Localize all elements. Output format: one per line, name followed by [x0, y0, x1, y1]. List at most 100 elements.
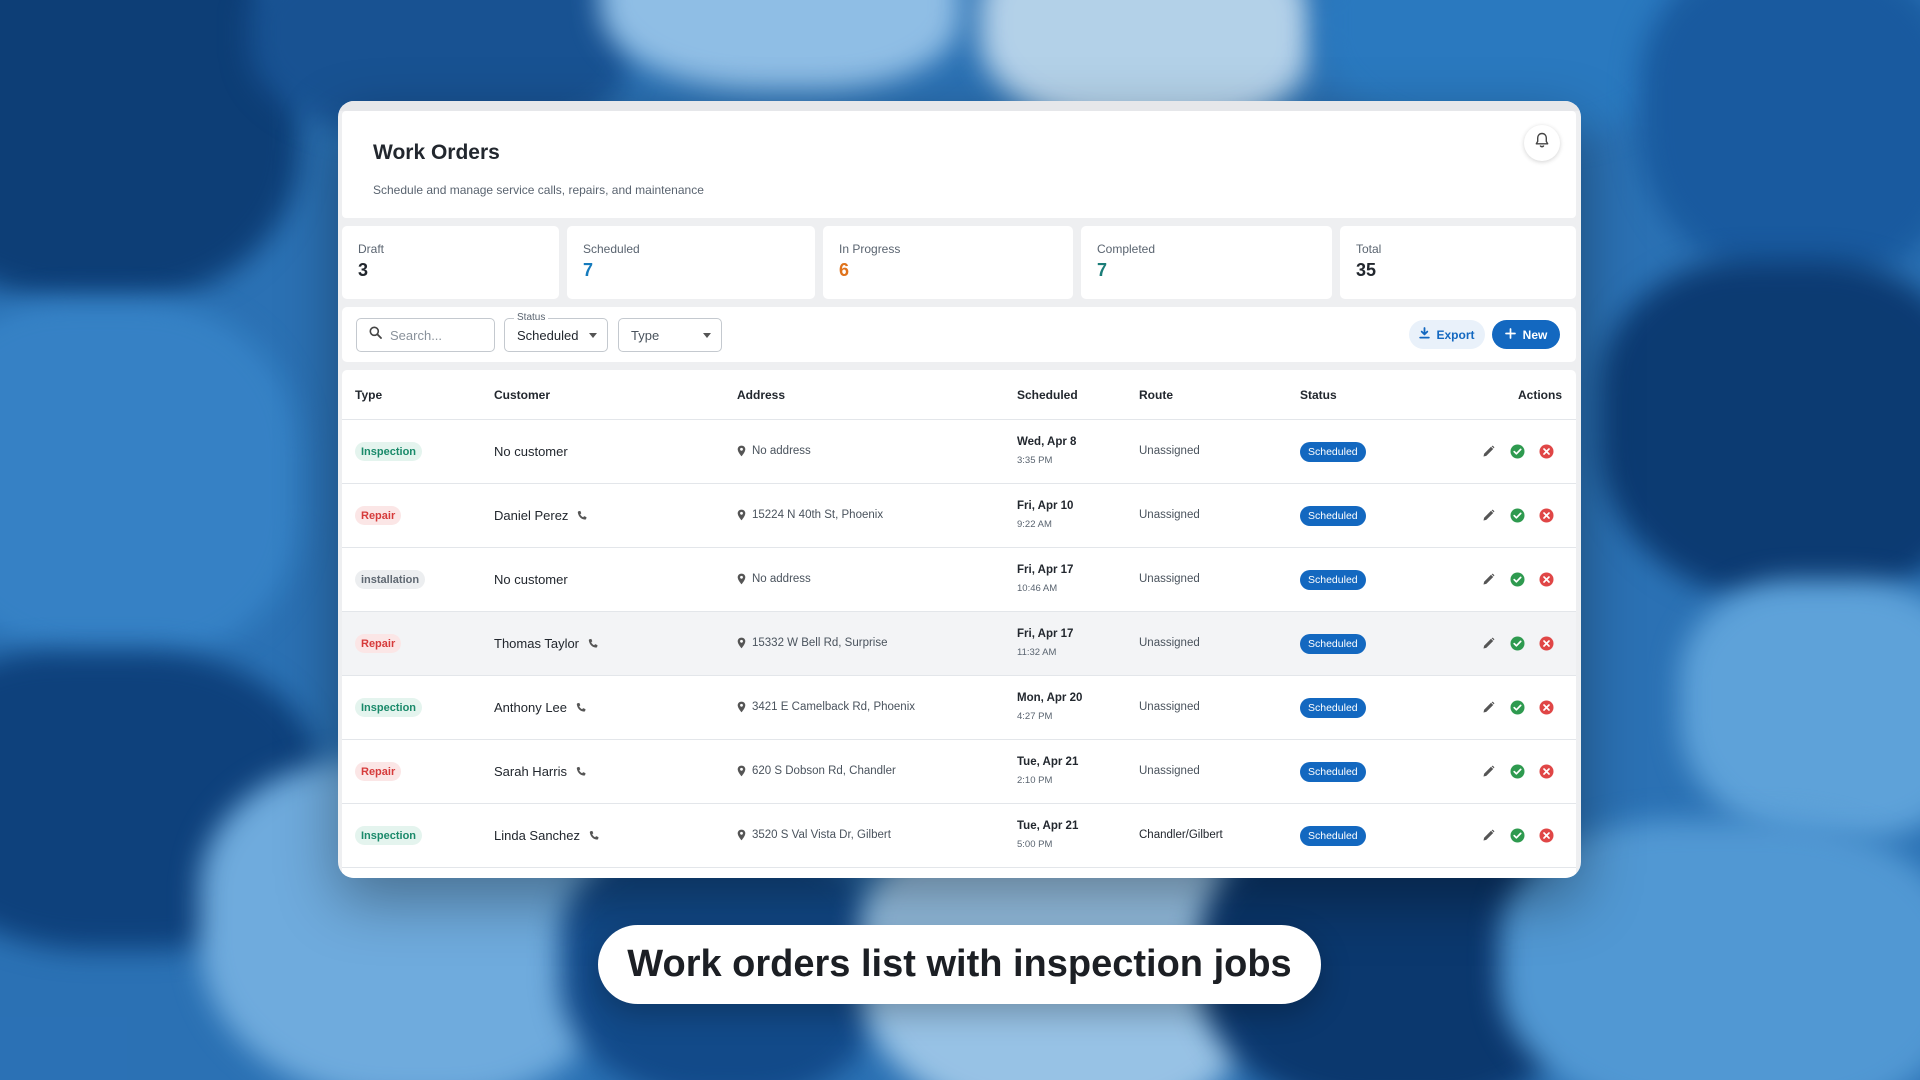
column-header-status[interactable]: Status — [1300, 388, 1337, 402]
edit-icon[interactable] — [1480, 443, 1497, 460]
address-cell: 15332 W Bell Rd, Surprise — [737, 637, 888, 649]
approve-icon[interactable] — [1509, 635, 1526, 652]
edit-icon[interactable] — [1480, 571, 1497, 588]
customer-cell: No customer — [494, 444, 568, 459]
phone-icon[interactable] — [575, 702, 587, 714]
scheduled-time: 4:27 PM — [1017, 711, 1053, 722]
stat-card-in-progress[interactable]: In Progress 6 — [823, 226, 1073, 299]
search-input[interactable] — [390, 327, 486, 343]
cancel-icon[interactable] — [1538, 571, 1555, 588]
table-row[interactable]: Inspection No customer No address Wed, Apr … — [342, 420, 1576, 484]
column-header-scheduled[interactable]: Scheduled — [1017, 388, 1078, 402]
approve-icon[interactable] — [1509, 699, 1526, 716]
export-button[interactable]: Export — [1409, 320, 1485, 349]
phone-icon[interactable] — [575, 766, 587, 778]
column-header-type[interactable]: Type — [355, 388, 382, 402]
customer-name: Sarah Harris — [494, 764, 567, 779]
column-header-route[interactable]: Route — [1139, 388, 1173, 402]
scheduled-date: Wed, Apr 8 — [1017, 436, 1077, 448]
table-body: Inspection No customer No address Wed, Apr … — [342, 420, 1576, 868]
new-work-order-button[interactable]: New — [1492, 320, 1560, 349]
table-row[interactable]: Inspection Anthony Lee 3421 E Camelback Rd… — [342, 676, 1576, 740]
approve-icon[interactable] — [1509, 507, 1526, 524]
status-badge: Scheduled — [1300, 634, 1366, 654]
address-cell: 3520 S Val Vista Dr, Gilbert — [737, 829, 891, 841]
type-chip: Repair — [355, 634, 402, 653]
edit-icon[interactable] — [1480, 763, 1497, 780]
approve-icon[interactable] — [1509, 443, 1526, 460]
status-badge: Scheduled — [1300, 570, 1366, 590]
stat-card-scheduled[interactable]: Scheduled 7 — [567, 226, 815, 299]
scheduled-date: Fri, Apr 10 — [1017, 500, 1074, 512]
status-filter-select[interactable]: Status Scheduled — [504, 312, 608, 352]
status-badge: Scheduled — [1300, 698, 1366, 718]
approve-icon[interactable] — [1509, 763, 1526, 780]
address-cell: No address — [737, 445, 811, 457]
edit-icon[interactable] — [1480, 827, 1497, 844]
page-header: Work Orders Schedule and manage service … — [342, 111, 1576, 218]
stat-card-completed[interactable]: Completed 7 — [1081, 226, 1332, 299]
notifications-button[interactable] — [1524, 125, 1560, 161]
route-cell: Unassigned — [1139, 637, 1200, 649]
edit-icon[interactable] — [1480, 635, 1497, 652]
type-chip: Inspection — [355, 698, 423, 717]
page-title: Work Orders — [373, 141, 500, 164]
stat-card-draft[interactable]: Draft 3 — [342, 226, 559, 299]
cancel-icon[interactable] — [1538, 635, 1555, 652]
scheduled-date: Mon, Apr 20 — [1017, 692, 1083, 704]
customer-cell: Anthony Lee — [494, 700, 587, 715]
map-pin-icon — [737, 509, 746, 521]
cancel-icon[interactable] — [1538, 443, 1555, 460]
phone-icon[interactable] — [576, 510, 588, 522]
chevron-down-icon — [589, 332, 597, 338]
address-cell: 3421 E Camelback Rd, Phoenix — [737, 701, 915, 713]
cancel-icon[interactable] — [1538, 827, 1555, 844]
stats-row: Draft 3 Scheduled 7 In Progress 6 Comple… — [342, 226, 1576, 299]
stat-card-total[interactable]: Total 35 — [1340, 226, 1576, 299]
scheduled-date: Tue, Apr 21 — [1017, 756, 1079, 768]
approve-icon[interactable] — [1509, 571, 1526, 588]
page-subtitle: Schedule and manage service calls, repai… — [373, 183, 704, 197]
table-row[interactable]: Inspection Linda Sanchez 3520 S Val Vista … — [342, 804, 1576, 868]
type-filter-value: Type — [631, 327, 660, 343]
table-row[interactable]: installation No customer No address Fri, Ap… — [342, 548, 1576, 612]
map-pin-icon — [737, 829, 746, 841]
phone-icon[interactable] — [588, 830, 600, 842]
column-header-address[interactable]: Address — [737, 388, 785, 402]
search-box[interactable] — [356, 318, 495, 352]
map-pin-icon — [737, 765, 746, 777]
edit-icon[interactable] — [1480, 507, 1497, 524]
edit-icon[interactable] — [1480, 699, 1497, 716]
scheduled-time: 11:32 AM — [1017, 647, 1057, 658]
type-chip: Inspection — [355, 826, 423, 845]
table-row[interactable]: Repair Daniel Perez 15224 N 40th St, Phoen… — [342, 484, 1576, 548]
cancel-icon[interactable] — [1538, 507, 1555, 524]
type-chip: Repair — [355, 762, 402, 781]
stat-label: Scheduled — [583, 242, 640, 256]
approve-icon[interactable] — [1509, 827, 1526, 844]
scheduled-date: Tue, Apr 21 — [1017, 820, 1079, 832]
table-row[interactable]: Repair Thomas Taylor 15332 W Bell Rd, Surp… — [342, 612, 1576, 676]
route-cell: Unassigned — [1139, 445, 1200, 457]
address-cell: 15224 N 40th St, Phoenix — [737, 509, 883, 521]
address-cell: No address — [737, 573, 811, 585]
export-label: Export — [1436, 327, 1475, 342]
cancel-icon[interactable] — [1538, 699, 1555, 716]
chevron-down-icon — [703, 332, 711, 338]
type-filter-select[interactable]: Type — [618, 318, 722, 352]
stat-label: Draft — [358, 242, 385, 256]
table-row[interactable]: Repair Sarah Harris 620 S Dobson Rd, Chand… — [342, 740, 1576, 804]
route-cell: Unassigned — [1139, 701, 1200, 713]
phone-icon[interactable] — [587, 638, 599, 650]
stat-label: Completed — [1097, 242, 1156, 256]
cancel-icon[interactable] — [1538, 763, 1555, 780]
scheduled-time: 10:46 AM — [1017, 583, 1058, 594]
stat-value: 6 — [839, 260, 850, 280]
map-pin-icon — [737, 573, 746, 585]
filter-toolbar: Status Scheduled Type Export New — [342, 307, 1576, 362]
new-label: New — [1522, 327, 1548, 342]
customer-cell: Sarah Harris — [494, 764, 587, 779]
stat-value: 7 — [583, 260, 594, 280]
scheduled-time: 5:00 PM — [1017, 839, 1053, 850]
column-header-customer[interactable]: Customer — [494, 388, 550, 402]
